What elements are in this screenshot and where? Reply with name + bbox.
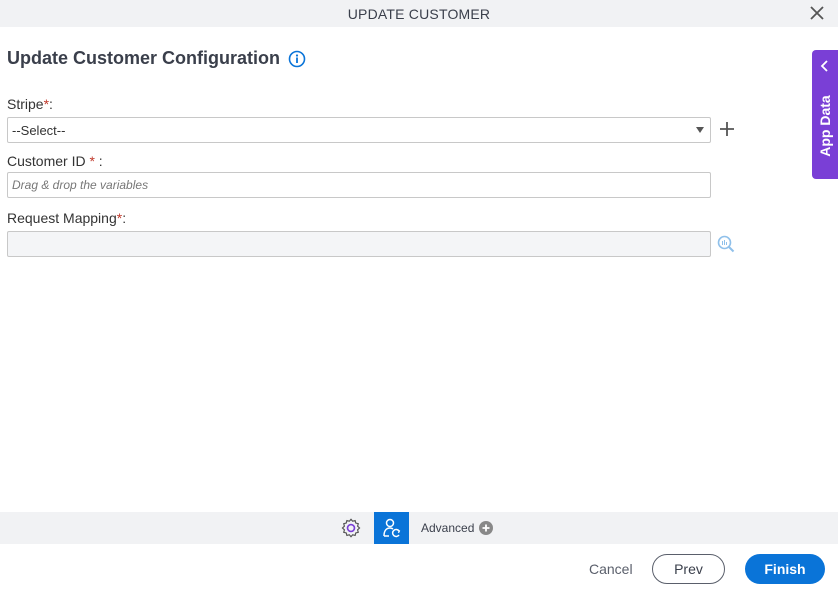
customer-id-input[interactable]: Drag & drop the variables <box>7 172 711 198</box>
customer-id-label: Customer ID * : <box>7 153 103 169</box>
bottom-toolbar <box>0 512 838 544</box>
chevron-left-icon <box>820 60 828 72</box>
stripe-label-text: Stripe <box>7 96 44 112</box>
dialog-title-bar: UPDATE CUSTOMER <box>0 0 838 27</box>
request-mapping-input[interactable] <box>7 231 711 257</box>
close-icon[interactable] <box>808 4 826 22</box>
app-data-label: App Data <box>817 95 833 157</box>
finish-button[interactable]: Finish <box>745 554 825 584</box>
customer-id-placeholder: Drag & drop the variables <box>12 178 149 192</box>
mapping-search-icon[interactable] <box>716 234 736 254</box>
chevron-down-icon <box>696 127 704 133</box>
stripe-select[interactable]: --Select-- <box>7 117 711 143</box>
stripe-select-value: --Select-- <box>12 122 66 138</box>
request-mapping-label-text: Request Mapping <box>7 210 117 226</box>
label-suffix: : <box>94 153 103 169</box>
stripe-label: Stripe*: <box>7 96 53 112</box>
label-suffix: : <box>49 96 53 112</box>
app-data-panel-toggle[interactable]: App Data <box>812 50 838 179</box>
user-refresh-icon <box>382 518 400 538</box>
advanced-toggle[interactable]: Advanced <box>421 521 494 535</box>
plus-icon[interactable] <box>718 120 736 138</box>
info-icon[interactable] <box>288 50 306 68</box>
customer-id-label-text: Customer ID <box>7 153 90 169</box>
dialog-title: UPDATE CUSTOMER <box>347 5 491 22</box>
prev-button[interactable]: Prev <box>652 554 725 584</box>
cancel-button[interactable]: Cancel <box>589 561 633 577</box>
user-refresh-button[interactable] <box>374 512 409 544</box>
advanced-label: Advanced <box>421 521 475 535</box>
label-suffix: : <box>122 210 127 226</box>
page-heading: Update Customer Configuration <box>7 48 306 69</box>
request-mapping-label: Request Mapping*: <box>7 210 126 226</box>
gear-icon[interactable] <box>340 517 362 539</box>
plus-circle-icon <box>479 521 494 535</box>
page-title: Update Customer Configuration <box>7 48 280 68</box>
